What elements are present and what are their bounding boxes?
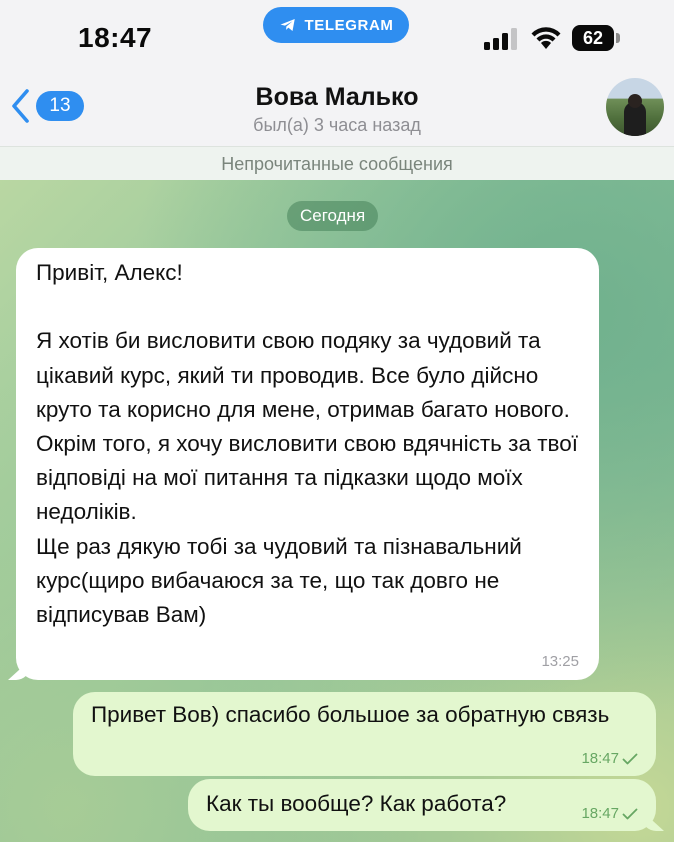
unread-messages-divider: Непрочитанные сообщения xyxy=(0,146,674,181)
message-time: 18:47 xyxy=(581,750,619,767)
message-time: 13:25 xyxy=(541,653,579,670)
message-text: Привет Вов) спасибо большое за обратную … xyxy=(91,702,610,727)
app-pill-label: TELEGRAM xyxy=(304,16,394,34)
message-status: 18:47 xyxy=(581,751,638,766)
outgoing-message[interactable]: Как ты вообще? Как работа? 18:47 xyxy=(188,779,664,831)
contact-last-seen: был(а) 3 часа назад xyxy=(253,115,421,135)
message-status: 18:47 xyxy=(581,806,638,821)
date-separator-label: Сегодня xyxy=(300,206,366,225)
message-text: Как ты вообще? Как работа? xyxy=(206,791,507,816)
read-check-icon xyxy=(622,808,638,819)
telegram-icon xyxy=(280,19,295,31)
message-text: Привіт, Алекс! Я хотів би висловити свою… xyxy=(36,260,578,628)
date-separator: Сегодня xyxy=(287,201,379,231)
contact-name[interactable]: Вова Малько xyxy=(0,83,674,112)
battery-level: 62 xyxy=(582,27,604,48)
telegram-app-pill[interactable]: TELEGRAM xyxy=(263,7,409,43)
cellular-signal-icon xyxy=(484,28,517,50)
read-check-icon xyxy=(622,753,638,764)
chat-header: 18:47 TELEGRAM 62 13 Вова Малько был(а) … xyxy=(0,0,674,146)
wifi-icon xyxy=(531,27,561,49)
incoming-message[interactable]: Привіт, Алекс! Я хотів би висловити свою… xyxy=(8,248,599,680)
message-time: 18:47 xyxy=(581,805,619,822)
contact-avatar[interactable] xyxy=(606,78,664,136)
battery-indicator: 62 xyxy=(572,25,620,51)
unread-divider-label: Непрочитанные сообщения xyxy=(221,153,453,174)
outgoing-message[interactable]: Привет Вов) спасибо большое за обратную … xyxy=(73,692,656,776)
status-time: 18:47 xyxy=(78,22,153,53)
